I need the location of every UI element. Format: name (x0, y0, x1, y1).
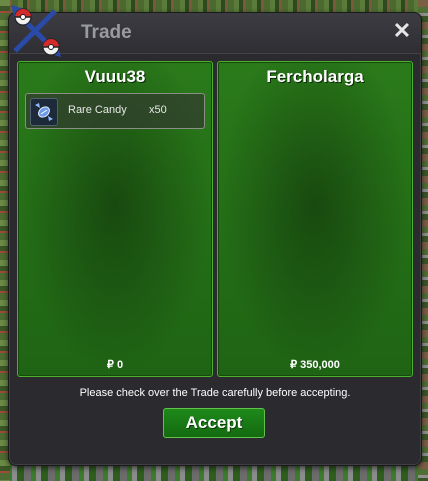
item-slot[interactable]: Rare Candy x50 (25, 93, 205, 129)
player-name: Fercholarga (266, 67, 364, 86)
trade-window: Trade ✕ Vuuu38 Rare Candy x50 ₽ 0 Fercho… (8, 5, 422, 466)
confirmation-message: Please check over the Trade carefully be… (79, 387, 351, 399)
window-title: Trade (81, 22, 132, 43)
player-name: Vuuu38 (84, 67, 146, 86)
accept-button[interactable]: Accept (163, 408, 265, 438)
trade-panel-self: Vuuu38 Rare Candy x50 ₽ 0 (17, 61, 213, 377)
rare-candy-icon (30, 98, 58, 126)
money-offer: ₽ 0 (106, 359, 124, 371)
money-offer: ₽ 350,000 (290, 359, 340, 371)
trade-logo-icon (11, 5, 61, 57)
close-icon[interactable]: ✕ (391, 20, 413, 42)
trade-panel-partner: Fercholarga ₽ 350,000 (217, 61, 413, 377)
item-name: Rare Candy (68, 104, 127, 116)
item-quantity: x50 (149, 104, 167, 116)
title-bar[interactable]: Trade ✕ (9, 13, 421, 54)
